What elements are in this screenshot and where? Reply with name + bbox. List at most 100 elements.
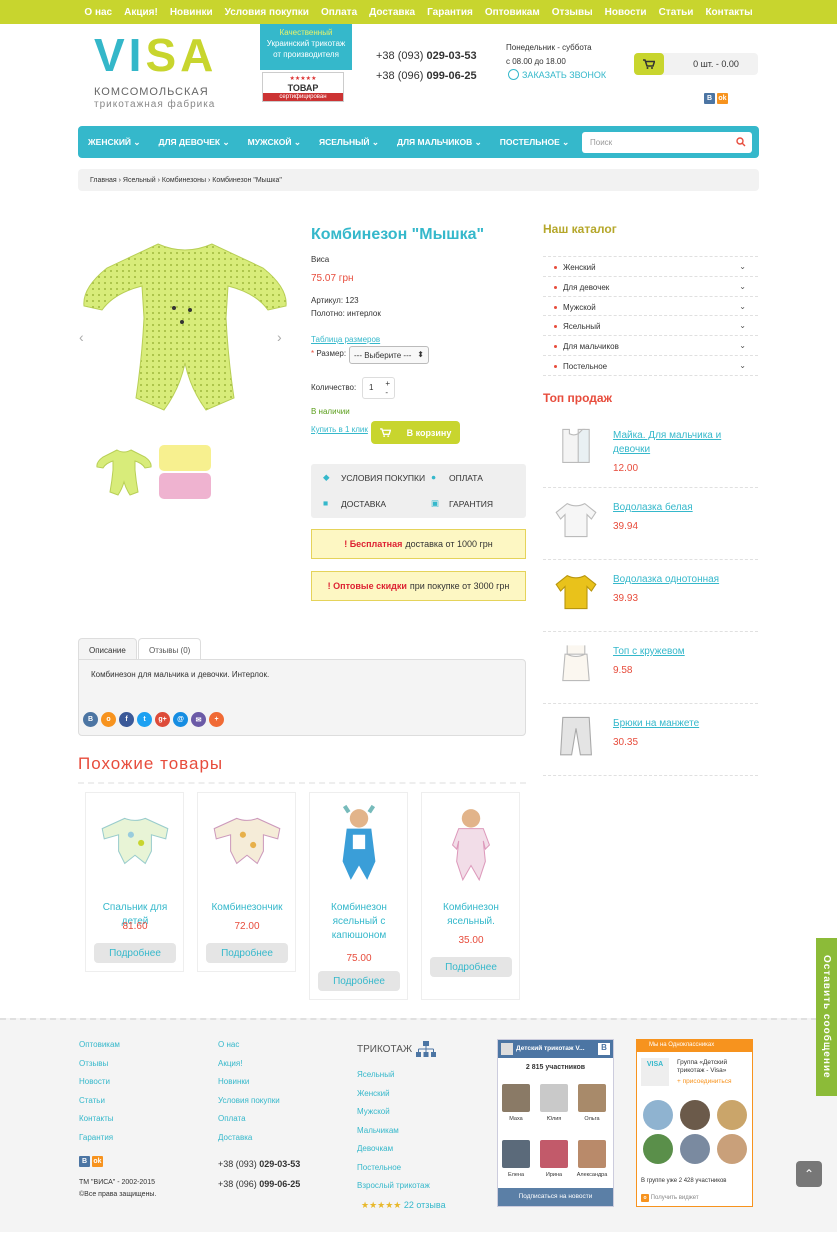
size-select[interactable]: --- Выберите --- ⬍ — [349, 346, 429, 364]
similar-product-image[interactable] — [430, 799, 512, 891]
terms-link[interactable]: УСЛОВИЯ ПОКУПКИ — [341, 473, 425, 483]
top-menu-item[interactable]: Акция! — [124, 7, 158, 18]
footer-link[interactable]: Контакты — [79, 1110, 120, 1129]
catalog-item[interactable]: Мужской ⌄ — [543, 295, 758, 316]
scroll-up-button[interactable]: ⌃ — [796, 1161, 822, 1187]
thumbnail-1[interactable] — [95, 447, 153, 497]
top-menu-item[interactable]: Контакты — [705, 7, 752, 18]
nav-item[interactable]: ЯСЕЛЬНЫЙ ⌄ — [319, 137, 379, 148]
footer-link[interactable]: Условия покупки — [218, 1092, 280, 1111]
footer-link[interactable]: О нас — [218, 1036, 280, 1055]
gallery-prev-icon[interactable]: ‹ — [79, 329, 84, 345]
avatar[interactable] — [502, 1140, 530, 1168]
top-menu-item[interactable]: Условия покупки — [225, 7, 309, 18]
avatar[interactable] — [540, 1084, 568, 1112]
leave-message-button[interactable]: Оставить сообщение — [816, 938, 837, 1096]
footer-link[interactable]: Гарантия — [79, 1129, 120, 1148]
catalog-item[interactable]: Для девочек ⌄ — [543, 275, 758, 296]
share-icon[interactable]: о — [101, 712, 116, 727]
footer-phone-1[interactable]: +38 (093) 029-03-53 — [218, 1159, 300, 1169]
top-menu-item[interactable]: Новости — [605, 7, 647, 18]
footer-link[interactable]: Женский — [357, 1085, 430, 1104]
catalog-item[interactable]: Ясельный ⌄ — [543, 315, 758, 335]
avatar[interactable] — [540, 1140, 568, 1168]
top-menu-item[interactable]: Статьи — [659, 7, 694, 18]
size-table-link[interactable]: Таблица размеров — [311, 335, 380, 344]
nav-item[interactable]: ДЛЯ ДЕВОЧЕК ⌄ — [159, 137, 230, 148]
top-product-image[interactable] — [552, 497, 600, 541]
top-menu-item[interactable]: О нас — [84, 7, 112, 18]
details-button[interactable]: Подробнее — [430, 957, 512, 977]
breadcrumb-item[interactable]: Ясельный — [123, 177, 156, 184]
nav-item[interactable]: ЖЕНСКИЙ ⌄ — [88, 137, 141, 148]
similar-product-image[interactable] — [318, 799, 400, 891]
one-click-link[interactable]: Купить в 1 клик — [311, 425, 368, 434]
top-product-image[interactable] — [552, 641, 600, 685]
details-button[interactable]: Подробнее — [94, 943, 176, 963]
footer-link[interactable]: Ясельный — [357, 1066, 430, 1085]
avatar[interactable] — [717, 1100, 747, 1130]
vk-icon[interactable]: В — [79, 1156, 90, 1167]
footer-link[interactable]: Статьи — [79, 1092, 120, 1111]
thumbnail-2[interactable] — [157, 443, 213, 501]
share-icon[interactable]: ✉ — [191, 712, 206, 727]
breadcrumb-item[interactable]: Главная — [90, 177, 117, 184]
avatar[interactable] — [680, 1100, 710, 1130]
share-icon[interactable]: + — [209, 712, 224, 727]
nav-item[interactable]: МУЖСКОЙ ⌄ — [248, 137, 301, 148]
breadcrumb-item[interactable]: Комбинезоны — [162, 177, 206, 184]
top-product-name[interactable]: Водолазка однотонная — [613, 573, 743, 587]
footer-link[interactable]: Оптовикам — [79, 1036, 120, 1055]
avatar[interactable] — [680, 1134, 710, 1164]
payment-link[interactable]: ОПЛАТА — [449, 473, 483, 483]
footer-link[interactable]: Мужской — [357, 1103, 430, 1122]
avatar[interactable] — [643, 1100, 673, 1130]
footer-link[interactable]: Взрослый трикотаж — [357, 1177, 430, 1196]
footer-link[interactable]: Девочкам — [357, 1140, 430, 1159]
footer-link[interactable]: Доставка — [218, 1129, 280, 1148]
ok-icon[interactable]: ok — [92, 1156, 103, 1167]
avatar[interactable] — [578, 1140, 606, 1168]
footer-link[interactable]: Отзывы — [79, 1055, 120, 1074]
nav-item[interactable]: ПОСТЕЛЬНОЕ ⌄ — [500, 137, 570, 148]
top-menu-item[interactable]: Гарантия — [427, 7, 473, 18]
tab-description[interactable]: Описание — [78, 638, 137, 660]
footer-link[interactable]: Мальчикам — [357, 1122, 430, 1141]
nav-item[interactable]: ДЛЯ МАЛЬЧИКОВ ⌄ — [397, 137, 482, 148]
logo[interactable]: VISA — [94, 30, 217, 80]
callback-link[interactable]: ЗАКАЗАТЬ ЗВОНОК — [508, 69, 606, 80]
top-menu-item[interactable]: Новинки — [170, 7, 213, 18]
share-icon[interactable]: В — [83, 712, 98, 727]
footer-link[interactable]: Акция! — [218, 1055, 280, 1074]
details-button[interactable]: Подробнее — [318, 971, 400, 991]
share-icon[interactable]: f — [119, 712, 134, 727]
vk-icon[interactable]: В — [704, 93, 715, 104]
add-to-cart-button[interactable]: В корзину — [371, 421, 460, 444]
catalog-item[interactable]: Женский ⌄ — [543, 256, 758, 276]
vk-subscribe-button[interactable]: Подписаться на новости — [498, 1188, 613, 1206]
similar-product-image[interactable] — [206, 799, 288, 891]
top-product-name[interactable]: Брюки на манжете — [613, 717, 743, 731]
similar-product-name[interactable]: Комбинезончик — [200, 901, 294, 915]
tab-reviews[interactable]: Отзывы (0) — [138, 638, 202, 660]
search-icon[interactable] — [736, 137, 746, 147]
footer-phone-2[interactable]: +38 (096) 099-06-25 — [218, 1179, 300, 1189]
footer-link[interactable]: Новинки — [218, 1073, 280, 1092]
details-button[interactable]: Подробнее — [206, 943, 288, 963]
avatar[interactable] — [717, 1134, 747, 1164]
similar-product-name[interactable]: Комбинезон ясельный с капюшоном — [312, 901, 406, 943]
delivery-link[interactable]: ДОСТАВКА — [341, 499, 386, 509]
quantity-stepper[interactable]: 1 + - — [362, 377, 395, 399]
catalog-item[interactable]: Постельное ⌄ — [543, 355, 758, 375]
vk-widget-title[interactable]: Детский трикотаж V... — [498, 1040, 613, 1058]
ok-get-widget[interactable]: o Получить виджет — [641, 1194, 699, 1202]
avatar[interactable] — [502, 1084, 530, 1112]
catalog-item[interactable]: Для мальчиков ⌄ — [543, 335, 758, 355]
top-menu-item[interactable]: Оплата — [321, 7, 357, 18]
ok-group-name[interactable]: Группа «Детский трикотаж - Visa» — [677, 1059, 749, 1075]
avatar[interactable] — [643, 1134, 673, 1164]
top-menu-item[interactable]: Доставка — [369, 7, 415, 18]
share-icon[interactable]: @ — [173, 712, 188, 727]
top-product-image[interactable] — [552, 569, 600, 613]
phone-1[interactable]: +38 (093) 029-03-53 — [376, 50, 477, 62]
